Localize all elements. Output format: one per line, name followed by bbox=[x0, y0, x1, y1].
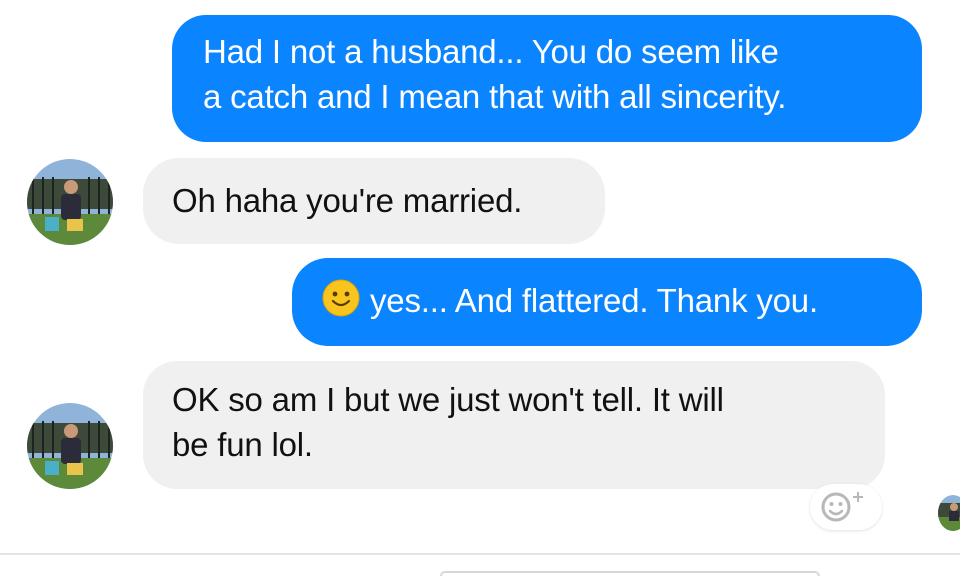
contact-avatar[interactable] bbox=[27, 159, 113, 245]
seen-receipt-avatar bbox=[938, 495, 960, 531]
add-reaction-icon bbox=[821, 492, 863, 522]
message-bubble-sent[interactable]: Had I not a husband... You do seem like … bbox=[172, 15, 922, 142]
message-bubble-received[interactable]: Oh haha you're married. bbox=[143, 158, 605, 244]
avatar-photo bbox=[27, 403, 113, 489]
add-reaction-button[interactable] bbox=[810, 484, 882, 530]
avatar-photo bbox=[27, 159, 113, 245]
messenger-conversation: Had I not a husband... You do seem like … bbox=[0, 0, 960, 576]
message-bubble-sent[interactable]: yes... And flattered. Thank you. bbox=[292, 258, 922, 346]
message-bubble-received[interactable]: OK so am I but we just won't tell. It wi… bbox=[143, 361, 885, 489]
composer-divider bbox=[0, 553, 960, 555]
contact-avatar[interactable] bbox=[27, 403, 113, 489]
message-text: yes... And flattered. Thank you. bbox=[370, 282, 818, 319]
message-composer[interactable] bbox=[440, 571, 820, 576]
smiley-emoji-icon bbox=[322, 279, 360, 317]
